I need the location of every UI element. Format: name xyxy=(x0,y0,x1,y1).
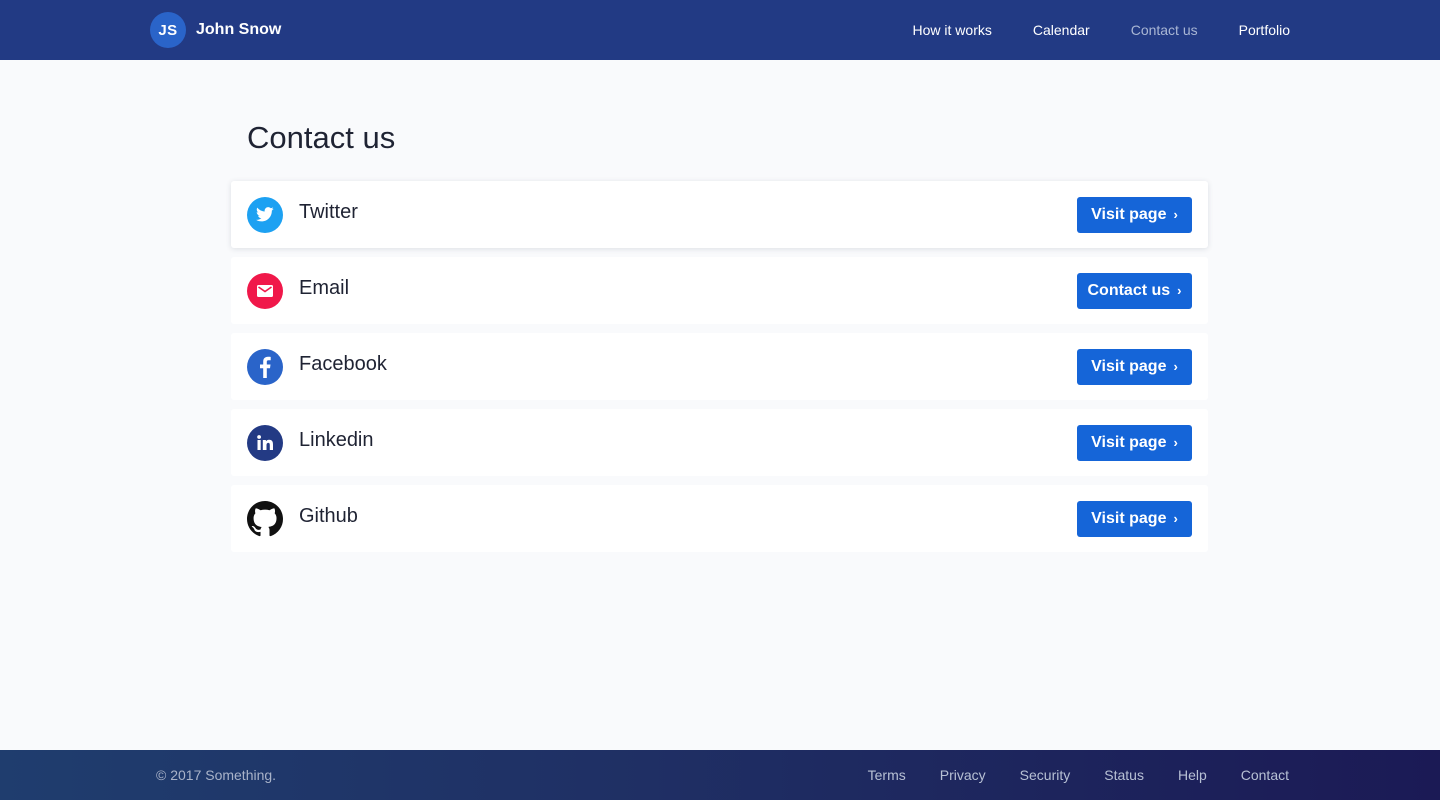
linkedin-icon xyxy=(247,424,283,461)
github-visit-button[interactable]: Visit page › xyxy=(1077,500,1192,537)
nav-portfolio[interactable]: Portfolio xyxy=(1239,22,1290,38)
contact-label-email: Email xyxy=(299,277,350,299)
twitter-visit-button[interactable]: Visit page › xyxy=(1077,196,1192,233)
contact-row-facebook: Facebook Visit page › xyxy=(231,333,1208,400)
facebook-icon xyxy=(247,348,283,385)
chevron-right-icon: › xyxy=(1177,283,1182,298)
linkedin-visit-button[interactable]: Visit page › xyxy=(1077,424,1192,461)
footer-link-terms[interactable]: Terms xyxy=(868,767,906,783)
contact-list: Twitter Visit page › Email Contact us › Fa… xyxy=(231,181,1208,552)
footer-link-contact[interactable]: Contact xyxy=(1241,767,1289,783)
chevron-right-icon: › xyxy=(1173,435,1178,450)
page-title: Contact us xyxy=(247,120,396,155)
footer-link-security[interactable]: Security xyxy=(1020,767,1071,783)
nav-contact-us[interactable]: Contact us xyxy=(1131,22,1198,38)
button-label: Contact us xyxy=(1087,281,1171,299)
contact-row-github: Github Visit page › xyxy=(231,485,1208,552)
main-content: Contact us Twitter Visit page › Email Con… xyxy=(231,60,1208,561)
footer-link-privacy[interactable]: Privacy xyxy=(940,767,986,783)
contact-label-linkedin: Linkedin xyxy=(299,429,374,451)
chevron-right-icon: › xyxy=(1173,359,1178,374)
button-label: Visit page xyxy=(1091,205,1167,223)
top-navbar: JS John Snow How it works Calendar Conta… xyxy=(0,0,1440,60)
footer-link-status[interactable]: Status xyxy=(1104,767,1144,783)
user-name: John Snow xyxy=(196,21,282,38)
nav-calendar[interactable]: Calendar xyxy=(1033,22,1090,38)
footer-nav: Terms Privacy Security Status Help Conta… xyxy=(834,750,1289,800)
contact-row-twitter: Twitter Visit page › xyxy=(231,181,1208,248)
button-label: Visit page xyxy=(1091,433,1167,451)
chevron-right-icon: › xyxy=(1173,511,1178,526)
main-nav: How it works Calendar Contact us Portfol… xyxy=(872,0,1290,60)
button-label: Visit page xyxy=(1091,509,1167,527)
contact-label-twitter: Twitter xyxy=(299,201,358,223)
nav-how-it-works[interactable]: How it works xyxy=(913,22,992,38)
footer-link-help[interactable]: Help xyxy=(1178,767,1207,783)
footer: © 2017 Something. Terms Privacy Security… xyxy=(0,750,1440,800)
facebook-visit-button[interactable]: Visit page › xyxy=(1077,348,1192,385)
chevron-right-icon: › xyxy=(1173,207,1178,222)
contact-label-facebook: Facebook xyxy=(299,353,387,375)
github-icon xyxy=(247,500,283,537)
copyright-text: © 2017 Something. xyxy=(156,767,277,783)
email-contact-button[interactable]: Contact us › xyxy=(1077,272,1192,309)
contact-row-linkedin: Linkedin Visit page › xyxy=(231,409,1208,476)
mail-icon xyxy=(247,272,283,309)
user-avatar: JS xyxy=(150,12,186,48)
button-label: Visit page xyxy=(1091,357,1167,375)
twitter-icon xyxy=(247,196,283,233)
contact-label-github: Github xyxy=(299,505,358,527)
brand-link[interactable]: JS John Snow xyxy=(150,12,281,48)
contact-row-email: Email Contact us › xyxy=(231,257,1208,324)
